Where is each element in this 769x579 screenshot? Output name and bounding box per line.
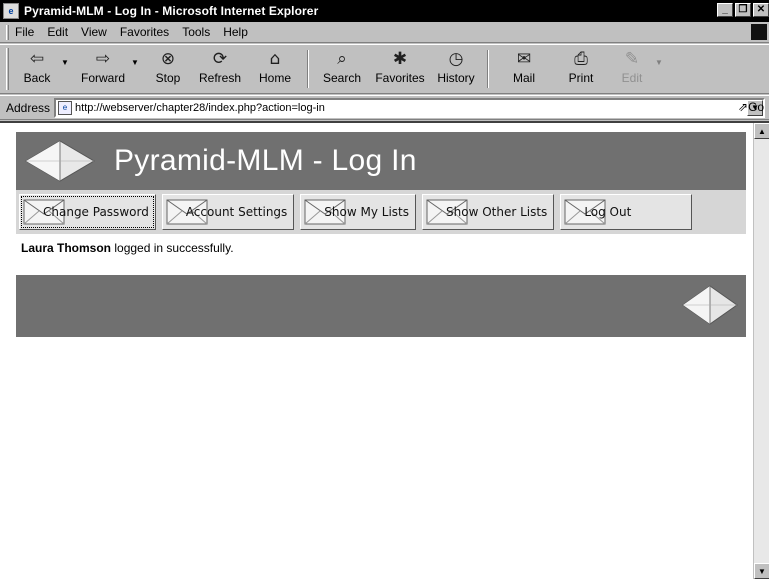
history-icon: ◷ bbox=[448, 49, 464, 69]
nav-show-other-lists[interactable]: Show Other Lists bbox=[422, 194, 555, 230]
print-button[interactable]: ⎙ Print bbox=[553, 48, 609, 92]
back-arrow-icon: ⇦ bbox=[29, 49, 45, 69]
edit-button[interactable]: ✎ Edit bbox=[609, 48, 655, 92]
nav-label: Show My Lists bbox=[324, 205, 409, 219]
edit-icon: ✎ bbox=[624, 49, 640, 69]
home-label: Home bbox=[258, 71, 291, 85]
forward-button[interactable]: ⇨ Forward bbox=[75, 48, 131, 92]
standard-toolbar: ⇦ Back ▼ ⇨ Forward ▼ ⊗ Stop ⟳ Refresh ⌂ … bbox=[0, 44, 769, 94]
nav-label: Log Out bbox=[584, 205, 632, 219]
menu-tools[interactable]: Tools bbox=[182, 25, 210, 39]
back-dropdown-icon[interactable]: ▼ bbox=[61, 58, 69, 67]
mail-icon: ✉ bbox=[516, 49, 532, 69]
nav-label: Account Settings bbox=[185, 205, 288, 219]
vertical-scrollbar[interactable]: ▲ ▼ bbox=[753, 123, 769, 579]
toolbar-separator bbox=[307, 50, 309, 88]
toolbar-separator bbox=[487, 50, 489, 88]
logged-in-user: Laura Thomson bbox=[21, 241, 112, 255]
window-titlebar: e Pyramid-MLM - Log In - Microsoft Inter… bbox=[0, 0, 769, 22]
search-label: Search bbox=[322, 71, 362, 85]
menu-bar: File Edit View Favorites Tools Help bbox=[0, 22, 769, 43]
nav-account-settings[interactable]: Account Settings bbox=[161, 194, 295, 230]
login-message-text: logged in successfully. bbox=[111, 241, 234, 255]
menubar-grip[interactable] bbox=[6, 24, 9, 40]
go-button[interactable]: ⇗Go bbox=[738, 100, 764, 114]
edit-label: Edit bbox=[621, 71, 643, 85]
back-label: Back bbox=[23, 71, 51, 85]
nav-label: Change Password bbox=[43, 205, 149, 219]
menu-file[interactable]: File bbox=[15, 25, 34, 39]
history-label: History bbox=[437, 71, 475, 85]
history-button[interactable]: ◷ History bbox=[431, 48, 481, 92]
refresh-label: Refresh bbox=[198, 71, 242, 85]
minimize-button[interactable]: _ bbox=[717, 3, 733, 17]
pyramid-footer-icon bbox=[682, 285, 738, 325]
page-icon: e bbox=[58, 100, 73, 115]
address-bar: Address e http://webserver/chapter28/ind… bbox=[0, 95, 769, 120]
page-banner: Pyramid-MLM - Log In bbox=[16, 132, 746, 190]
home-button[interactable]: ⌂ Home bbox=[249, 48, 301, 92]
scroll-down-icon[interactable]: ▼ bbox=[754, 563, 769, 579]
page-viewport: Pyramid-MLM - Log In Change Password Acc… bbox=[0, 121, 769, 579]
stop-icon: ⊗ bbox=[160, 49, 176, 69]
page-title: Pyramid-MLM - Log In bbox=[114, 144, 417, 177]
page-footer bbox=[16, 275, 746, 337]
menu-view[interactable]: View bbox=[81, 25, 107, 39]
home-icon: ⌂ bbox=[269, 49, 281, 69]
nav-label: Show Other Lists bbox=[446, 205, 548, 219]
forward-arrow-icon: ⇨ bbox=[95, 49, 111, 69]
nav-change-password[interactable]: Change Password bbox=[19, 194, 156, 230]
stop-button[interactable]: ⊗ Stop bbox=[145, 48, 191, 92]
toolbar-grip[interactable] bbox=[6, 48, 9, 90]
refresh-icon: ⟳ bbox=[212, 49, 228, 69]
refresh-button[interactable]: ⟳ Refresh bbox=[191, 48, 249, 92]
scroll-up-icon[interactable]: ▲ bbox=[754, 123, 769, 139]
print-label: Print bbox=[568, 71, 594, 85]
favorites-label: Favorites bbox=[375, 71, 425, 85]
back-button[interactable]: ⇦ Back bbox=[13, 48, 61, 92]
address-url[interactable]: http://webserver/chapter28/index.php?act… bbox=[75, 102, 325, 114]
edit-dropdown-icon[interactable]: ▼ bbox=[655, 58, 663, 67]
address-input[interactable]: e http://webserver/chapter28/index.php?a… bbox=[54, 97, 766, 118]
restore-button[interactable]: ❐ bbox=[735, 3, 751, 17]
mail-button[interactable]: ✉ Mail bbox=[495, 48, 553, 92]
pyramid-logo-icon bbox=[25, 140, 95, 182]
window-title: Pyramid-MLM - Log In - Microsoft Interne… bbox=[24, 4, 319, 18]
stop-label: Stop bbox=[155, 71, 181, 85]
menu-favorites[interactable]: Favorites bbox=[120, 25, 169, 39]
windows-logo-icon bbox=[751, 24, 767, 40]
nav-log-out[interactable]: Log Out bbox=[560, 194, 693, 230]
forward-label: Forward bbox=[80, 71, 125, 85]
ie-app-icon[interactable]: e bbox=[3, 3, 19, 19]
print-icon: ⎙ bbox=[574, 49, 588, 69]
favorites-icon: ✱ bbox=[392, 49, 408, 69]
favorites-button[interactable]: ✱ Favorites bbox=[369, 48, 431, 92]
forward-dropdown-icon[interactable]: ▼ bbox=[131, 58, 139, 67]
menu-edit[interactable]: Edit bbox=[47, 25, 68, 39]
address-label: Address bbox=[6, 100, 51, 115]
login-message: Laura Thomson logged in successfully. bbox=[21, 241, 234, 255]
search-icon: ⌕ bbox=[337, 49, 347, 69]
search-button[interactable]: ⌕ Search bbox=[315, 48, 369, 92]
go-arrow-icon: ⇗ bbox=[738, 100, 749, 114]
nav-show-my-lists[interactable]: Show My Lists bbox=[300, 194, 416, 230]
nav-bar: Change Password Account Settings Show My… bbox=[16, 190, 746, 234]
menu-help[interactable]: Help bbox=[223, 25, 248, 39]
go-label: Go bbox=[748, 100, 765, 114]
close-button[interactable]: ✕ bbox=[753, 3, 769, 17]
mail-label: Mail bbox=[512, 71, 535, 85]
